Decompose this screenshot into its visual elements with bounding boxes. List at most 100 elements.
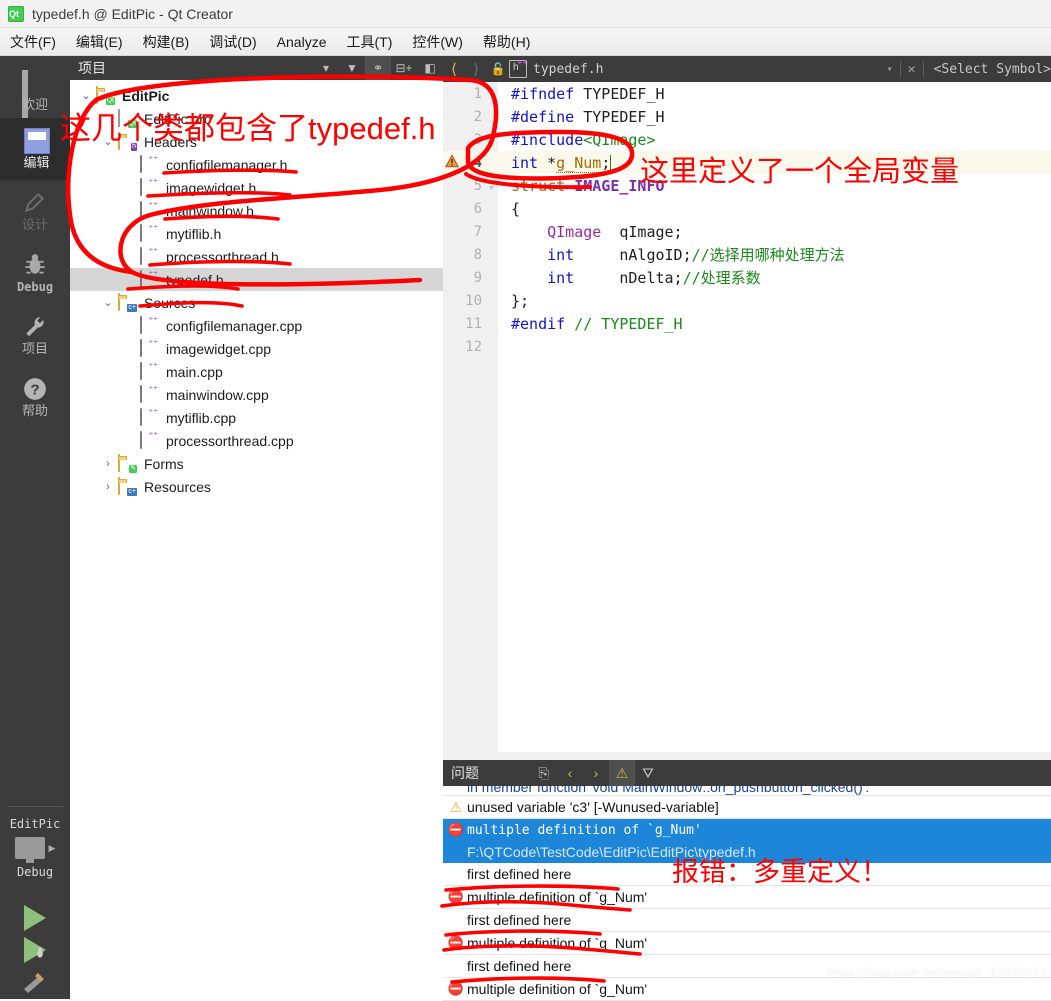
tree-item-mytiflib-h[interactable]: ⁺⁺ mytiflib.h — [70, 222, 443, 245]
tree-item-imagewidget-cpp[interactable]: ⁺⁺ imagewidget.cpp — [70, 337, 443, 360]
tree-item-processorthread-cpp[interactable]: ⁺⁺ processorthread.cpp — [70, 429, 443, 452]
menu-file[interactable]: 文件(F) — [0, 29, 66, 55]
code-line[interactable]: 10}; — [443, 289, 1051, 312]
wrench-icon — [26, 317, 44, 337]
tree-item-mainwindow-h[interactable]: ⁺⁺ mainwindow.h — [70, 199, 443, 222]
source-file-icon: ⁺⁺ — [140, 408, 160, 426]
forms-folder-icon: ✎ — [118, 454, 138, 473]
tree-item-mytiflib-cpp[interactable]: ⁺⁺ mytiflib.cpp — [70, 406, 443, 429]
copy-issue-icon[interactable]: ⎘ — [531, 760, 557, 786]
project-panel-title: 项目 — [78, 60, 106, 76]
code-line[interactable]: 1 #ifndef TYPEDEF_H — [443, 82, 1051, 105]
close-icon[interactable]: ✕ — [901, 62, 923, 77]
issue-row[interactable]: in member function 'void MainWindow::on_… — [443, 786, 1051, 796]
question-mark-icon: ? — [24, 378, 46, 400]
menu-edit[interactable]: 编辑(E) — [66, 29, 133, 55]
menu-debug[interactable]: 调试(D) — [199, 29, 266, 55]
code-line[interactable]: 7 QImage qImage; — [443, 220, 1051, 243]
tree-item-label: mytiflib.h — [166, 225, 222, 242]
chevron-down-icon[interactable]: ⌄ — [98, 296, 118, 309]
tree-item-forms[interactable]: › ✎ Forms — [70, 452, 443, 475]
sidebar-item-debug-label: Debug — [16, 280, 54, 294]
sources-folder-icon: c+ — [118, 293, 138, 312]
error-icon: ⛔ — [447, 935, 465, 950]
issue-row[interactable]: ⛔ multiple definition of `g_Num' — [443, 819, 1051, 841]
synchronize-with-editor-icon[interactable]: ⚭ — [365, 56, 391, 80]
tree-item-sources[interactable]: ⌄ c+ Sources — [70, 291, 443, 314]
code-line[interactable]: 8 int nAlgoID;//选择用哪种处理方法 — [443, 243, 1051, 266]
error-icon: ⛔ — [447, 822, 465, 838]
sidebar-item-help[interactable]: ? 帮助 — [0, 366, 70, 428]
code-line[interactable]: 9 int nDelta;//处理系数 — [443, 266, 1051, 289]
menu-help[interactable]: 帮助(H) — [473, 29, 540, 55]
menu-window[interactable]: 控件(W) — [402, 29, 473, 55]
symbol-selector[interactable]: <Select Symbol> — [924, 62, 1051, 77]
filter-icon[interactable]: ▼ — [339, 56, 365, 80]
code-text: int nAlgoID;//选择用哪种处理方法 — [547, 246, 845, 264]
tree-item-label: Resources — [144, 478, 211, 495]
filter-icon[interactable]: ⛛ — [635, 760, 661, 786]
chevron-right-icon[interactable]: › — [98, 458, 118, 470]
sidebar-item-help-label: 帮助 — [21, 403, 48, 418]
issue-row[interactable]: ⛔ multiple definition of `g_Num' — [443, 886, 1051, 909]
tree-item-label: mainwindow.h — [166, 202, 254, 219]
filter-dropdown-icon[interactable]: ▾ — [313, 56, 339, 80]
code-text: int *g_Num; — [511, 153, 612, 173]
tree-item-mainwindow-cpp[interactable]: ⁺⁺ mainwindow.cpp — [70, 383, 443, 406]
code-line[interactable]: 11 #endif // TYPEDEF_H — [443, 312, 1051, 335]
source-file-icon: ⁺⁺ — [140, 316, 160, 334]
tree-item-label: typedef.h — [166, 271, 224, 288]
sidebar-item-design[interactable]: 设计 — [0, 180, 70, 242]
start-debugging-button[interactable] — [24, 937, 46, 963]
navigate-back-icon[interactable]: ⟨ — [443, 60, 465, 78]
issue-row[interactable]: ⛔ multiple definition of `g_Num' — [443, 932, 1051, 955]
annotation-tree-note: 这几个类都包含了typedef.h — [60, 111, 436, 146]
error-icon: ⛔ — [447, 889, 465, 904]
sidebar-item-debug[interactable]: Debug — [0, 242, 70, 304]
code-line[interactable]: 12 — [443, 335, 1051, 358]
line-number: 8 — [473, 246, 482, 263]
window-title: typedef.h @ EditPic - Qt Creator — [32, 5, 233, 22]
tree-item-resources[interactable]: › c+ Resources — [70, 475, 443, 498]
chevron-down-icon[interactable]: ⌄ — [76, 89, 96, 102]
tree-item-typedef-h[interactable]: ⁺⁺ typedef.h — [70, 268, 443, 291]
project-panel-header: 项目 ▾ ▼ ⚭ ⊟+ ◧ — [70, 56, 443, 80]
tree-item-label: mytiflib.cpp — [166, 409, 237, 426]
unlock-icon[interactable]: 🔓 — [487, 62, 509, 76]
chevron-down-icon[interactable]: ▾ — [880, 64, 900, 75]
issue-row[interactable]: ⚠ unused variable 'c3' [-Wunused-variable… — [443, 796, 1051, 819]
previous-issue-icon[interactable]: ‹ — [557, 760, 583, 786]
editor-filename[interactable]: typedef.h — [533, 62, 603, 77]
horizontal-splitter[interactable] — [443, 752, 1051, 760]
menu-build[interactable]: 构建(B) — [133, 29, 200, 55]
issue-text: unused variable 'c3' [-Wunused-variable] — [467, 799, 719, 815]
code-line[interactable]: 6{ — [443, 197, 1051, 220]
build-configuration-label[interactable]: Debug — [17, 865, 53, 879]
error-icon: ⛔ — [447, 981, 465, 996]
close-panel-icon[interactable]: ◧ — [417, 56, 443, 80]
build-button[interactable] — [20, 969, 50, 993]
fold-marker-icon[interactable]: ⌄ — [485, 180, 498, 191]
sidebar-item-projects[interactable]: 项目 — [0, 304, 70, 366]
header-file-icon: ⁺⁺ — [140, 178, 160, 196]
tree-item-label: main.cpp — [166, 363, 223, 380]
chevron-right-icon[interactable]: › — [98, 481, 118, 493]
code-line[interactable]: 2 #define TYPEDEF_H — [443, 105, 1051, 128]
tree-item-main-cpp[interactable]: ⁺⁺ main.cpp — [70, 360, 443, 383]
tree-item-processorthread-h[interactable]: ⁺⁺ processorthread.h — [70, 245, 443, 268]
issue-row[interactable]: ⛔ multiple definition of `g_Num' — [443, 978, 1051, 1001]
issue-row[interactable]: first defined here — [443, 909, 1051, 932]
tree-item-imagewidget-h[interactable]: ⁺⁺ imagewidget.h — [70, 176, 443, 199]
navigate-forward-icon[interactable]: ⟩ — [465, 60, 487, 78]
run-button[interactable] — [24, 905, 46, 931]
tree-item-configfilemanager-h[interactable]: ⁺⁺ configfilemanager.h — [70, 153, 443, 176]
issue-text: first defined here — [467, 912, 572, 928]
next-issue-icon[interactable]: › — [583, 760, 609, 786]
split-icon[interactable]: ⊟+ — [391, 56, 417, 80]
active-project-label[interactable]: EditPic — [10, 817, 61, 831]
menu-tools[interactable]: 工具(T) — [336, 29, 402, 55]
menu-analyze[interactable]: Analyze — [267, 31, 337, 53]
warning-filter-icon[interactable]: ⚠ — [609, 760, 635, 786]
tree-item-configfilemanager-cpp[interactable]: ⁺⁺ configfilemanager.cpp — [70, 314, 443, 337]
mode-selector-bar: 欢迎 编辑 设计 Debug 项目 ? 帮助 EditPic ▶ Debug — [0, 56, 70, 999]
